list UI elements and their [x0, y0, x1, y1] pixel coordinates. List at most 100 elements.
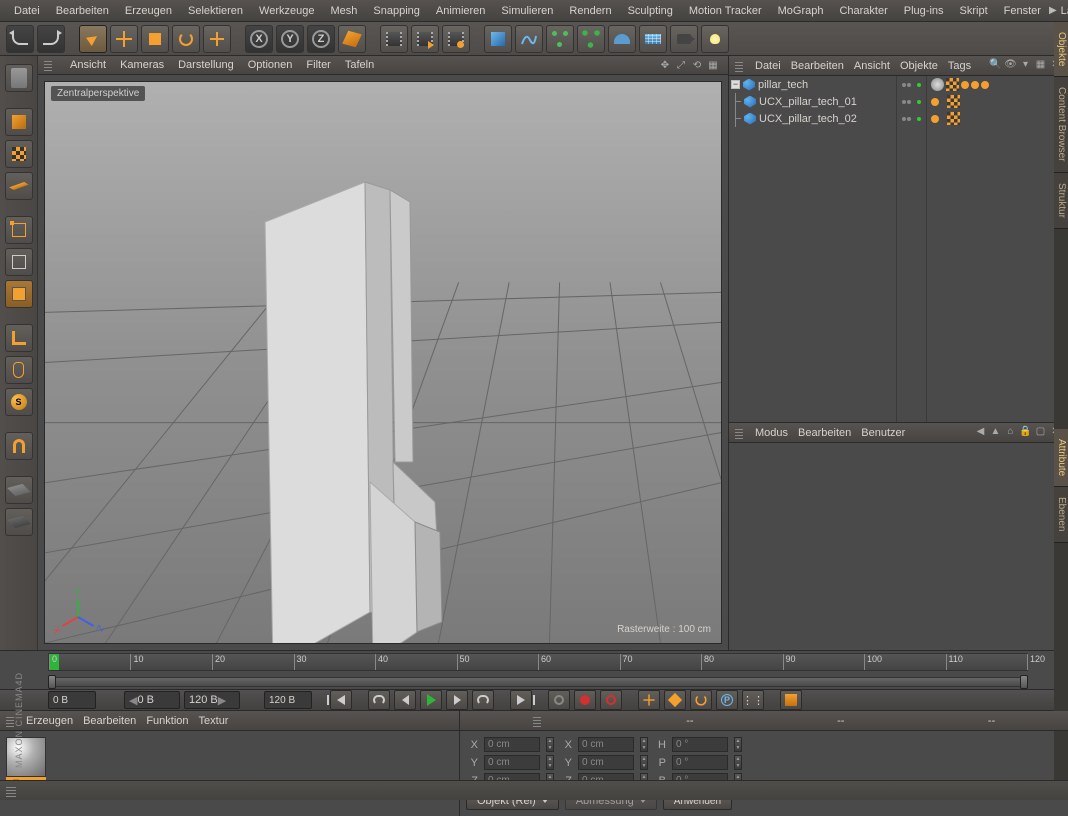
planar-workplane-button[interactable]	[5, 508, 33, 536]
menu-motion-tracker[interactable]: Motion Tracker	[681, 5, 770, 17]
tag-row[interactable]	[927, 76, 1068, 93]
menu-rendern[interactable]: Rendern	[561, 5, 619, 17]
selection-tag-icon[interactable]	[971, 81, 979, 89]
collapse-icon[interactable]: −	[731, 80, 740, 89]
key-dots-button[interactable]: ⋮⋮	[742, 690, 764, 710]
menu-charakter[interactable]: Charakter	[831, 5, 895, 17]
undo-button[interactable]	[6, 25, 34, 53]
add-primitive-button[interactable]	[484, 25, 512, 53]
view-rotate-icon[interactable]: ⟲	[690, 58, 704, 72]
attr-menu-modus[interactable]: Modus	[755, 427, 788, 439]
visibility-dots[interactable]	[897, 93, 926, 110]
edges-mode-button[interactable]	[5, 248, 33, 276]
spinner[interactable]: ▲▼	[546, 755, 554, 770]
fcurve-button[interactable]	[780, 690, 802, 710]
visibility-dots[interactable]	[897, 110, 926, 127]
mat-menu-textur[interactable]: Textur	[199, 715, 229, 727]
spinner[interactable]: ▲▼	[640, 737, 648, 752]
add-camera-button[interactable]	[670, 25, 698, 53]
record-off-button[interactable]	[548, 690, 570, 710]
points-mode-button[interactable]	[5, 216, 33, 244]
prev-frame-button[interactable]	[394, 690, 416, 710]
tab-ebenen[interactable]: Ebenen	[1054, 487, 1068, 542]
pos-field[interactable]: 0 cm	[484, 737, 540, 752]
menu-animieren[interactable]: Animieren	[428, 5, 494, 17]
timeline[interactable]: 0102030405060708090100110120	[0, 650, 1068, 689]
menu-plugins[interactable]: Plug-ins	[896, 5, 952, 17]
grip-icon[interactable]	[6, 785, 16, 797]
tab-attribute[interactable]: Attribute	[1054, 429, 1068, 487]
redo-button[interactable]	[37, 25, 65, 53]
workplane-button[interactable]	[5, 172, 33, 200]
key-rotate-button[interactable]	[690, 690, 712, 710]
materials-browser[interactable]: pillar_te	[0, 731, 459, 816]
pos-field[interactable]: 0 cm	[484, 755, 540, 770]
mat-menu-funktion[interactable]: Funktion	[146, 715, 188, 727]
texture-mode-button[interactable]	[5, 140, 33, 168]
spinner[interactable]: ▲▼	[734, 755, 742, 770]
render-picture-button[interactable]	[411, 25, 439, 53]
view-menu-ansicht[interactable]: Ansicht	[70, 59, 106, 71]
menu-fenster[interactable]: Fenster	[996, 5, 1049, 17]
view-menu-optionen[interactable]: Optionen	[248, 59, 293, 71]
tag-row[interactable]	[927, 93, 1068, 110]
key-scale-button[interactable]	[664, 690, 686, 710]
freemove-tool[interactable]	[203, 25, 231, 53]
polygons-mode-button[interactable]	[5, 280, 33, 308]
attr-menu-bearbeiten[interactable]: Bearbeiten	[798, 427, 851, 439]
model-button[interactable]	[5, 64, 33, 92]
menu-sculpting[interactable]: Sculpting	[620, 5, 681, 17]
grip-icon[interactable]	[735, 60, 743, 72]
up-icon[interactable]: ▲	[989, 426, 1002, 439]
move-tool[interactable]	[110, 25, 138, 53]
range-slider[interactable]	[48, 677, 1028, 687]
back-icon[interactable]: ◀	[974, 426, 987, 439]
obj-menu-ansicht[interactable]: Ansicht	[854, 60, 890, 72]
view-menu-filter[interactable]: Filter	[306, 59, 330, 71]
menu-selektieren[interactable]: Selektieren	[180, 5, 251, 17]
spinner[interactable]: ▲▼	[546, 737, 554, 752]
menu-bearbeiten[interactable]: Bearbeiten	[48, 5, 117, 17]
scale-tool[interactable]	[141, 25, 169, 53]
spinner[interactable]: ▲▼	[640, 755, 648, 770]
frame-start-field[interactable]: 0 B	[48, 691, 96, 709]
range-start-field[interactable]: ◀ 0 B	[124, 691, 180, 709]
new-icon[interactable]: ▢	[1034, 426, 1047, 439]
view-zoom-icon[interactable]: ⤢	[674, 58, 688, 72]
texture-tag-icon[interactable]	[947, 112, 960, 125]
view-menu-darstellung[interactable]: Darstellung	[178, 59, 234, 71]
axis-tool-button[interactable]	[5, 324, 33, 352]
timeline-ruler[interactable]: 0102030405060708090100110120	[48, 653, 1028, 671]
menu-simulieren[interactable]: Simulieren	[493, 5, 561, 17]
menu-erzeugen[interactable]: Erzeugen	[117, 5, 180, 17]
menu-snapping[interactable]: Snapping	[365, 5, 428, 17]
axis-z-button[interactable]: Z	[307, 25, 335, 53]
view-menu-tafeln[interactable]: Tafeln	[345, 59, 374, 71]
range-end-handle[interactable]	[1020, 675, 1028, 689]
texture-tag-icon[interactable]	[946, 78, 959, 91]
grip-icon[interactable]	[533, 715, 541, 727]
view-menu-kameras[interactable]: Kameras	[120, 59, 164, 71]
autokey-button[interactable]	[600, 690, 622, 710]
menu-datei[interactable]: Datei	[6, 5, 48, 17]
menu-mesh[interactable]: Mesh	[322, 5, 365, 17]
obj-menu-datei[interactable]: Datei	[755, 60, 781, 72]
tweak-button[interactable]	[5, 356, 33, 384]
menu-mograph[interactable]: MoGraph	[770, 5, 832, 17]
visibility-dots[interactable]	[897, 76, 926, 93]
obj-menu-objekte[interactable]: Objekte	[900, 60, 938, 72]
range-start-handle[interactable]	[48, 675, 56, 689]
live-select-tool[interactable]	[79, 25, 107, 53]
rotate-tool[interactable]	[172, 25, 200, 53]
add-sky-button[interactable]	[639, 25, 667, 53]
mat-menu-bearbeiten[interactable]: Bearbeiten	[83, 715, 136, 727]
rot-field[interactable]: 0 °	[672, 737, 728, 752]
render-view-button[interactable]	[380, 25, 408, 53]
add-environment-button[interactable]	[608, 25, 636, 53]
snap-button[interactable]: S	[5, 388, 33, 416]
play-button[interactable]	[420, 690, 442, 710]
rot-field[interactable]: 0 °	[672, 755, 728, 770]
obj-menu-tags[interactable]: Tags	[948, 60, 971, 72]
lock-workplane-button[interactable]	[5, 476, 33, 504]
menu-skript[interactable]: Skript	[952, 5, 996, 17]
